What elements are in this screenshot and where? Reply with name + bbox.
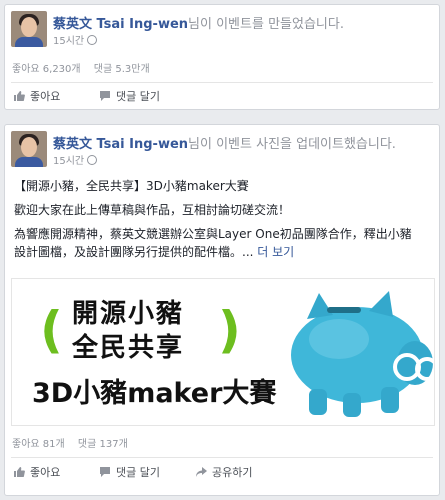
post-title: 蔡英文 Tsai Ing-wen님이 이벤트를 만들었습니다. xyxy=(53,13,344,32)
globe-icon xyxy=(87,155,98,165)
likes-count[interactable]: 좋아요 6,230개 xyxy=(12,64,81,75)
action-text: 님이 이벤트를 만들었습니다. xyxy=(188,17,344,32)
post-stats: 좋아요 81개 댓글 137개 xyxy=(12,435,138,450)
author-link[interactable]: 蔡英文 Tsai Ing-wen xyxy=(53,17,188,32)
post-actions: 좋아요 댓글 달기 공유하기 xyxy=(11,462,433,482)
promo-line3: 3D小豬maker大賽 xyxy=(32,378,277,409)
thumbs-up-icon xyxy=(14,467,25,477)
author-link[interactable]: 蔡英文 Tsai Ing-wen xyxy=(53,137,188,152)
piggy-bank-illustration xyxy=(291,291,434,417)
like-button[interactable]: 좋아요 xyxy=(13,464,60,480)
event-photo[interactable]: ( ) 開源小豬 全民共享 3D小豬maker大賽 xyxy=(11,278,435,426)
comment-label[interactable]: 댓글 달기 xyxy=(116,464,160,480)
post-body: 【開源小豬，全民共享】3D小豬maker大賽 歡迎大家在此上傳草稿與作品，互相討… xyxy=(14,177,430,261)
thumbs-up-icon xyxy=(14,91,25,101)
post-stats: 좋아요 6,230개 댓글 5.3만개 xyxy=(12,60,160,75)
divider xyxy=(11,82,433,83)
post-header: 蔡英文 Tsai Ing-wen님이 이벤트를 만들었습니다. 15시간 xyxy=(5,5,439,49)
post-line: 設計圖檔，及設計團隊另行提供的配件檔。... xyxy=(14,245,254,259)
post-line-last: 設計圖檔，及設計團隊另行提供的配件檔。... 더 보기 xyxy=(14,243,430,261)
photo-post-card: 蔡英文 Tsai Ing-wen님이 이벤트 사진을 업데이트했습니다. 15시… xyxy=(4,124,440,496)
comments-count[interactable]: 댓글 137개 xyxy=(78,439,128,450)
post-line: 歡迎大家在此上傳草稿與作品，互相討論切磋交流！ xyxy=(14,203,291,217)
comments-count[interactable]: 댓글 5.3만개 xyxy=(94,64,150,75)
share-label[interactable]: 공유하기 xyxy=(212,464,252,480)
avatar[interactable] xyxy=(11,131,47,167)
timestamp[interactable]: 15시간 xyxy=(53,32,98,47)
comment-label[interactable]: 댓글 달기 xyxy=(116,88,160,104)
likes-count[interactable]: 좋아요 81개 xyxy=(12,439,65,450)
like-label[interactable]: 좋아요 xyxy=(30,88,60,104)
like-label[interactable]: 좋아요 xyxy=(30,464,60,480)
event-post-card: 蔡英文 Tsai Ing-wen님이 이벤트를 만들었습니다. 15시간 좋아요… xyxy=(4,4,440,110)
promo-line2: 全民共享 xyxy=(72,333,185,363)
post-line: 為響應開源精神，蔡英文競選辦公室與Layer One初品團隊合作，釋出小豬 xyxy=(14,227,412,241)
post-line: 【開源小豬，全民共享】3D小豬maker大賽 xyxy=(14,179,249,193)
see-more-link[interactable]: 더 보기 xyxy=(257,245,294,259)
comment-icon xyxy=(100,91,110,101)
comment-button[interactable]: 댓글 달기 xyxy=(99,88,160,104)
post-header: 蔡英文 Tsai Ing-wen님이 이벤트 사진을 업데이트했습니다. 15시… xyxy=(5,125,439,169)
timestamp-text[interactable]: 15시간 xyxy=(53,36,84,47)
comment-button[interactable]: 댓글 달기 xyxy=(99,464,160,480)
post-actions: 좋아요 댓글 달기 xyxy=(11,86,433,106)
like-button[interactable]: 좋아요 xyxy=(13,88,60,104)
comment-icon xyxy=(100,467,110,477)
share-icon xyxy=(196,467,207,477)
post-title: 蔡英文 Tsai Ing-wen님이 이벤트 사진을 업데이트했습니다. xyxy=(53,133,396,152)
timestamp[interactable]: 15시간 xyxy=(53,152,98,167)
globe-icon xyxy=(87,35,98,45)
divider xyxy=(11,457,433,458)
timestamp-text[interactable]: 15시간 xyxy=(53,156,84,167)
share-button[interactable]: 공유하기 xyxy=(195,464,252,480)
promo-line1: 開源小豬 xyxy=(72,299,185,329)
green-paren-left: ( xyxy=(40,301,63,359)
avatar[interactable] xyxy=(11,11,47,47)
action-text: 님이 이벤트 사진을 업데이트했습니다. xyxy=(188,137,396,152)
green-paren-right: ) xyxy=(218,301,241,359)
